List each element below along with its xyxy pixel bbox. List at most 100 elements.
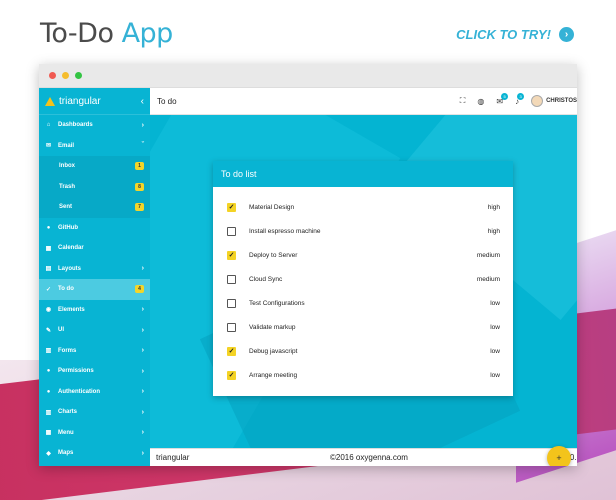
sidebar-item-label: Charts bbox=[58, 409, 78, 416]
window-titlebar bbox=[39, 64, 577, 88]
todo-priority: low bbox=[490, 371, 500, 379]
user-menu[interactable]: CHRISTOS bbox=[531, 95, 577, 107]
sidebar-nav: ⌂ Dashboards › ✉ Email ˇ Inbox 1 Trash 8 Sent 7 ● Git… bbox=[39, 115, 150, 464]
todo-checkbox[interactable] bbox=[227, 298, 236, 308]
sidebar-item-calendar[interactable]: ▦ Calendar bbox=[39, 238, 150, 259]
todo-item: ✓ Debug javascript low bbox=[213, 339, 513, 363]
notification-count-badge: 3 bbox=[517, 92, 525, 100]
todo-priority: high bbox=[487, 227, 500, 235]
globe-icon[interactable]: ◍ bbox=[477, 97, 484, 106]
todo-checkbox[interactable] bbox=[227, 322, 236, 332]
sidebar-item-permissions[interactable]: ● Permissions › bbox=[39, 361, 150, 382]
sidebar-item-to-do[interactable]: ✓ To do 4 bbox=[39, 279, 150, 300]
sidebar-item-label: Dashboards bbox=[58, 122, 93, 129]
todo-priority: low bbox=[490, 299, 500, 307]
sidebar-item-label: Elements bbox=[58, 306, 85, 313]
count-badge: 7 bbox=[135, 203, 144, 212]
sidebar-item-icon: ▦ bbox=[45, 245, 52, 252]
todo-priority: low bbox=[490, 323, 500, 331]
todo-list: ✓ Material Design high Install espresso mac… bbox=[213, 187, 513, 387]
sidebar-item-icon: ◆ bbox=[46, 450, 51, 457]
todo-checkbox[interactable]: ✓ bbox=[227, 250, 236, 260]
sidebar-item-github[interactable]: ● GitHub bbox=[39, 218, 150, 239]
todo-item: Cloud Sync medium bbox=[213, 267, 513, 291]
content-area: To do list ✓ Material Design high Install e… bbox=[150, 115, 577, 448]
chevron-icon: › bbox=[141, 265, 144, 273]
notifications-bell-icon[interactable]: ♪ 3 bbox=[515, 92, 525, 106]
todo-label: Arrange meeting bbox=[249, 371, 298, 379]
todo-checkbox[interactable] bbox=[227, 274, 236, 284]
sidebar-item-sent[interactable]: Sent 7 bbox=[39, 197, 150, 218]
todo-priority: high bbox=[487, 203, 500, 211]
sidebar-item-dashboards[interactable]: ⌂ Dashboards › bbox=[39, 115, 150, 136]
todo-label: Validate markup bbox=[249, 323, 296, 331]
chevron-icon: › bbox=[141, 429, 144, 437]
sidebar-item-icon: ◉ bbox=[45, 307, 52, 314]
sidebar-item-authentication[interactable]: ● Authentication › bbox=[39, 382, 150, 403]
sidebar-item-icon: ● bbox=[46, 224, 51, 231]
sidebar-item-icon: ✉ bbox=[45, 143, 52, 150]
sidebar-item-email[interactable]: ✉ Email ˇ bbox=[39, 136, 150, 157]
todo-item: Install espresso machine high bbox=[213, 219, 513, 243]
add-todo-button[interactable]: + bbox=[547, 446, 571, 466]
close-window-dot[interactable] bbox=[49, 72, 56, 79]
sidebar-item-icon: ✎ bbox=[45, 327, 52, 334]
sidebar-item-label: Layouts bbox=[58, 265, 82, 272]
todo-card-header: To do list bbox=[213, 161, 513, 187]
sidebar-item-icon: ⌂ bbox=[46, 122, 51, 129]
todo-item: Validate markup low bbox=[213, 315, 513, 339]
sidebar-item-maps[interactable]: ◆ Maps › bbox=[39, 443, 150, 464]
todo-priority: medium bbox=[476, 275, 500, 283]
brand-name: triangular bbox=[59, 95, 101, 107]
chevron-icon: ˇ bbox=[141, 142, 144, 150]
sidebar-item-label: GitHub bbox=[58, 224, 78, 231]
sidebar-item-layouts[interactable]: ▤ Layouts › bbox=[39, 259, 150, 280]
sidebar-item-charts[interactable]: ▥ Charts › bbox=[39, 402, 150, 423]
footer-copyright[interactable]: ©2016 oxygenna.com bbox=[330, 453, 408, 462]
sidebar-item-ui[interactable]: ✎ UI › bbox=[39, 320, 150, 341]
todo-label: Material Design bbox=[249, 203, 295, 211]
sidebar-item-trash[interactable]: Trash 8 bbox=[39, 176, 150, 197]
page-headline: To-Do App bbox=[40, 18, 173, 49]
todo-item: ✓ Arrange meeting low bbox=[213, 363, 513, 387]
page-title: To do bbox=[157, 96, 177, 106]
fullscreen-icon[interactable]: ⛶ bbox=[460, 96, 466, 106]
sidebar-item-label: Email bbox=[58, 142, 75, 149]
todo-item: ✓ Deploy to Server medium bbox=[213, 243, 513, 267]
sidebar-item-label: Permissions bbox=[58, 368, 94, 375]
count-badge: 1 bbox=[135, 162, 144, 171]
sidebar-item-label: Authentication bbox=[58, 388, 100, 395]
todo-label: Debug javascript bbox=[249, 347, 298, 355]
chevron-icon: › bbox=[141, 449, 144, 457]
sidebar-item-inbox[interactable]: Inbox 1 bbox=[39, 156, 150, 177]
todo-checkbox[interactable]: ✓ bbox=[227, 202, 236, 212]
sidebar-item-icon: ▥ bbox=[45, 409, 52, 416]
sidebar-item-label: Menu bbox=[58, 429, 74, 436]
sidebar-item-elements[interactable]: ◉ Elements › bbox=[39, 300, 150, 321]
sidebar-item-icon: ▤ bbox=[45, 266, 52, 273]
todo-checkbox[interactable]: ✓ bbox=[227, 346, 236, 356]
click-to-try-link[interactable]: CLICK TO TRY! › bbox=[456, 27, 574, 42]
chevron-icon: › bbox=[141, 347, 144, 355]
footer-brand: triangular bbox=[156, 453, 190, 462]
todo-checkbox[interactable] bbox=[227, 226, 236, 236]
sidebar-item-forms[interactable]: ▥ Forms › bbox=[39, 341, 150, 362]
sidebar-item-icon: ● bbox=[46, 368, 51, 375]
headline-prefix: To-Do bbox=[40, 18, 114, 49]
sidebar-item-label: Inbox bbox=[59, 163, 75, 170]
sidebar-brand: triangular ‹ bbox=[39, 88, 150, 115]
todo-checkbox[interactable]: ✓ bbox=[227, 370, 236, 380]
user-name: CHRISTOS bbox=[546, 98, 577, 104]
todo-item: ✓ Material Design high bbox=[213, 195, 513, 219]
chevron-icon: › bbox=[141, 388, 144, 396]
todo-label: Deploy to Server bbox=[249, 251, 298, 259]
minimize-window-dot[interactable] bbox=[62, 72, 69, 79]
collapse-sidebar-icon[interactable]: ‹ bbox=[141, 96, 144, 107]
sidebar-item-label: UI bbox=[58, 327, 64, 334]
sidebar-item-icon: ▥ bbox=[45, 348, 52, 355]
mail-icon[interactable]: ✉ 5 bbox=[496, 92, 509, 106]
maximize-window-dot[interactable] bbox=[75, 72, 82, 79]
sidebar-item-menu[interactable]: ▦ Menu › bbox=[39, 423, 150, 444]
chevron-icon: › bbox=[141, 326, 144, 334]
chevron-icon: › bbox=[141, 408, 144, 416]
